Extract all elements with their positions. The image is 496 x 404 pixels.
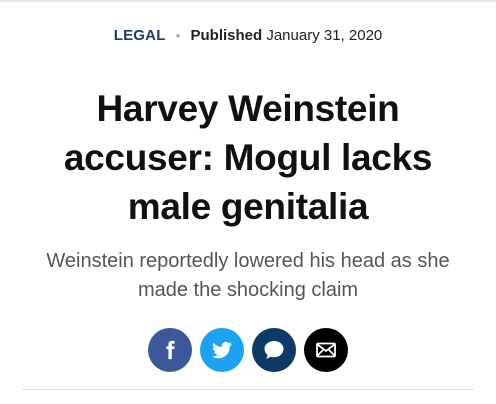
article-subheadline: Weinstein reportedly lowered his head as… [46,250,450,301]
twitter-bird-icon [211,342,232,359]
bottom-divider [22,389,474,390]
facebook-icon [166,340,175,360]
category-link[interactable]: LEGAL [114,27,166,44]
email-share-button[interactable] [304,328,348,372]
article-headline: Harvey Weinstein accuser: Mogul lacks ma… [63,88,433,227]
article-meta: LEGAL • Published January 31, 2020 [0,26,496,46]
published-label: Published [190,27,263,44]
facebook-share-button[interactable] [148,328,192,372]
meta-separator: • [175,28,181,43]
comments-button[interactable] [252,328,296,372]
share-bar [0,328,496,372]
top-divider [0,0,496,2]
envelope-icon [316,342,336,358]
speech-bubble-icon [264,341,284,359]
published-date: January 31, 2020 [266,27,383,44]
twitter-share-button[interactable] [200,328,244,372]
